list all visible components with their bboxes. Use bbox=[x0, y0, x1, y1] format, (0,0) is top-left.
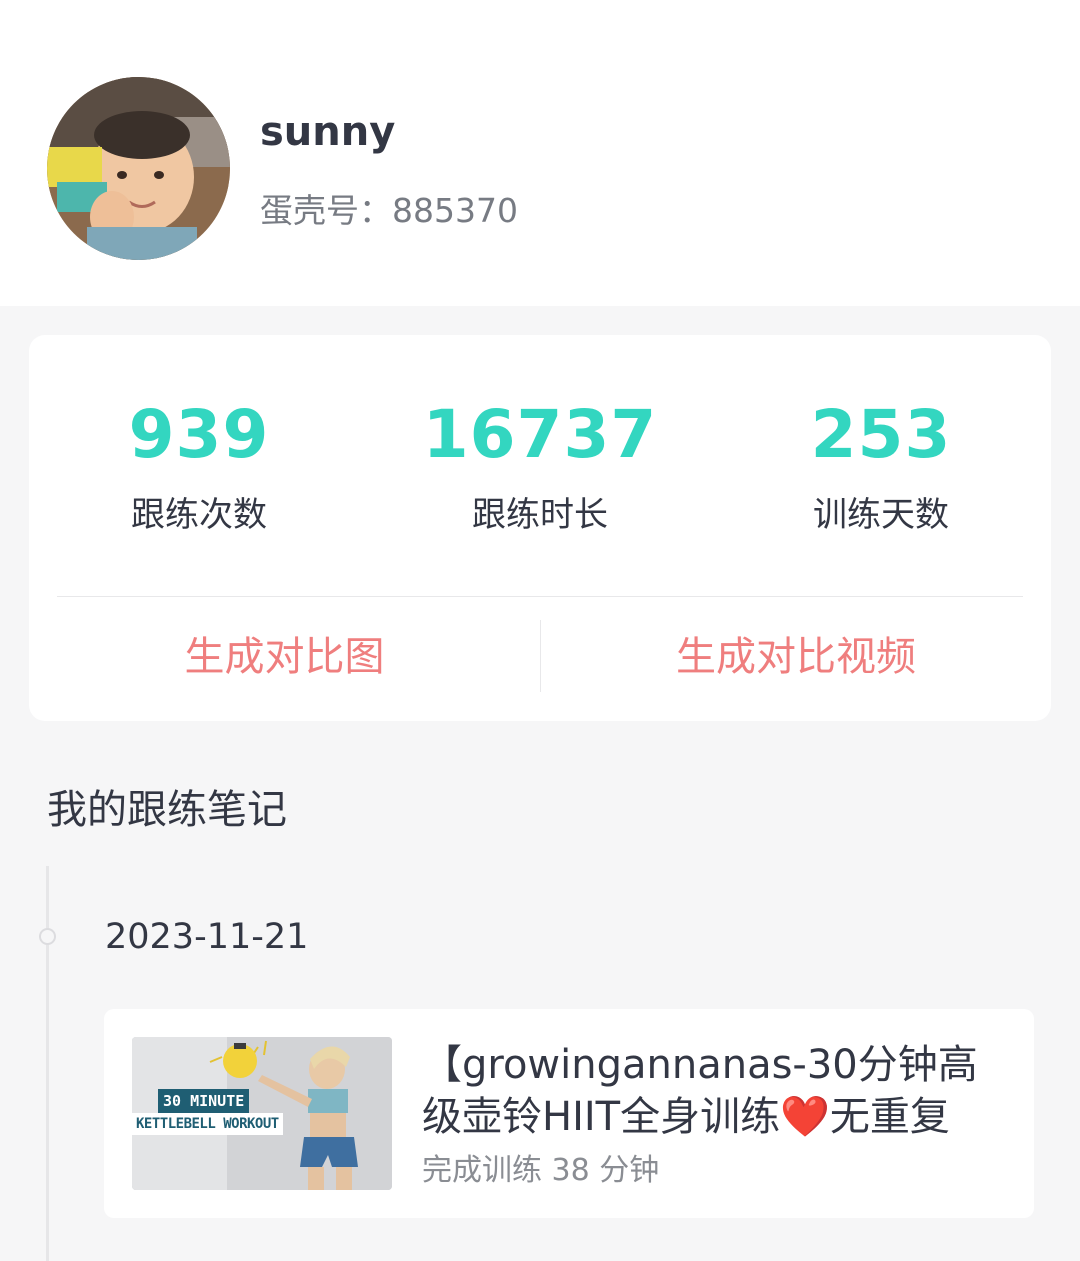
note-card[interactable]: 30 MINUTE KETTLEBELL WORKOUT 【growingann… bbox=[104, 1009, 1034, 1218]
stat-training-days[interactable]: 253 训练天数 bbox=[711, 395, 1051, 537]
profile-header: sunny 蛋壳号：885370 bbox=[0, 0, 1080, 306]
stat-value: 253 bbox=[810, 396, 952, 473]
divider bbox=[57, 596, 1023, 597]
stat-duration[interactable]: 16737 跟练时长 bbox=[370, 395, 710, 537]
timeline-line bbox=[46, 866, 49, 1261]
stat-value: 16737 bbox=[422, 396, 658, 473]
video-thumbnail[interactable]: 30 MINUTE KETTLEBELL WORKOUT bbox=[132, 1037, 392, 1190]
timeline-dot bbox=[39, 928, 56, 945]
stat-label: 训练天数 bbox=[813, 495, 949, 535]
thumbnail-caption: 30 MINUTE bbox=[158, 1089, 250, 1113]
avatar-image bbox=[47, 77, 230, 260]
note-title[interactable]: 【growingannanas-30分钟高级壶铃HIIT全身训练❤️无重复 bbox=[422, 1039, 1012, 1143]
note-duration: 完成训练 38 分钟 bbox=[422, 1153, 660, 1188]
stat-sessions[interactable]: 939 跟练次数 bbox=[29, 395, 369, 537]
stat-value: 939 bbox=[128, 396, 270, 473]
generate-compare-video-button[interactable]: 生成对比视频 bbox=[541, 629, 1051, 685]
stats-card: 939 跟练次数 16737 跟练时长 253 训练天数 生成对比图 生成对比视… bbox=[29, 335, 1051, 721]
user-id: 蛋壳号：885370 bbox=[260, 191, 518, 230]
note-date: 2023-11-21 bbox=[105, 917, 309, 957]
generate-compare-image-button[interactable]: 生成对比图 bbox=[29, 629, 540, 685]
thumbnail-caption: KETTLEBELL WORKOUT bbox=[132, 1113, 283, 1135]
username: sunny bbox=[260, 109, 396, 155]
stat-label: 跟练时长 bbox=[472, 495, 608, 535]
stat-label: 跟练次数 bbox=[131, 495, 267, 535]
section-title: 我的跟练笔记 bbox=[47, 787, 287, 833]
avatar[interactable] bbox=[47, 77, 230, 260]
